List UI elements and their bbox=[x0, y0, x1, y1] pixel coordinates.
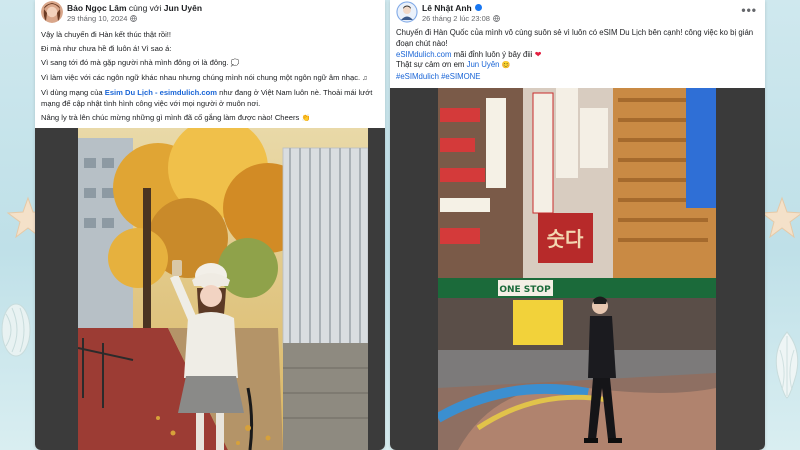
heart-emoji: ❤ bbox=[534, 49, 542, 59]
author-name[interactable]: Bảo Ngọc Lâm bbox=[67, 3, 127, 13]
post-line-text: Nâng ly trà lên chúc mừng những gì mình … bbox=[41, 112, 300, 122]
photo-letterbox bbox=[716, 88, 765, 450]
post-line: Nâng ly trà lên chúc mừng những gì mình … bbox=[41, 113, 377, 125]
globe-icon bbox=[130, 15, 138, 22]
tagged-user[interactable]: Jun Uyên bbox=[164, 3, 202, 13]
tagged-user[interactable]: Jun Uyên bbox=[467, 60, 500, 69]
hashtags[interactable]: #eSIMdulich #eSIMONE bbox=[396, 72, 757, 83]
post-line: Vì sang tới đó mà gặp người nhà mình đôn… bbox=[41, 58, 377, 70]
photo-letterbox bbox=[390, 88, 438, 450]
author-line: Lê Nhật Anh bbox=[422, 3, 483, 13]
photo-letterbox bbox=[368, 128, 385, 450]
post-line-text: mãi đỉnh luôn ý bây điii bbox=[451, 49, 533, 59]
seashell-icon bbox=[775, 331, 799, 399]
post-line: Chuyến đi Hàn Quốc của mình vô cùng suôn… bbox=[396, 28, 754, 48]
emoji: ♫ bbox=[362, 75, 368, 82]
with-text: cùng với bbox=[128, 3, 162, 13]
post-meta: 29 tháng 10, 2024 bbox=[67, 14, 138, 23]
avatar[interactable] bbox=[396, 1, 418, 23]
post-meta: 26 tháng 2 lúc 23:08 bbox=[422, 14, 500, 23]
post-line: eSIMdulich.com mãi đỉnh luôn ý bây điii … bbox=[396, 50, 757, 61]
author-line: Bảo Ngọc Lâm cùng với Jun Uyên bbox=[67, 3, 202, 13]
verified-badge-icon bbox=[475, 4, 483, 12]
post-photo[interactable]: 숫다 ONE STOP bbox=[438, 88, 716, 450]
post-line: Vì làm việc với các ngôn ngữ khác nhau n… bbox=[41, 73, 377, 85]
svg-text:숫다: 숫다 bbox=[547, 227, 584, 251]
post-photo[interactable] bbox=[78, 128, 368, 450]
post-date[interactable]: 29 tháng 10, 2024 bbox=[67, 14, 127, 23]
facebook-post-right: Lê Nhật Anh 26 tháng 2 lúc 23:08 ••• Chu… bbox=[390, 0, 765, 450]
photo-seoul-street: 숫다 ONE STOP bbox=[438, 88, 716, 450]
post-line-text: Vì dùng mạng của bbox=[41, 88, 105, 97]
starfish-icon bbox=[760, 196, 800, 239]
facebook-post-left: Bảo Ngọc Lâm cùng với Jun Uyên 29 tháng … bbox=[35, 0, 385, 450]
post-header: Bảo Ngọc Lâm cùng với Jun Uyên 29 tháng … bbox=[35, 0, 385, 28]
hashtag-links[interactable]: #eSIMdulich #eSIMONE bbox=[396, 72, 481, 81]
post-line-text: Vì làm việc với các ngôn ngữ khác nhau n… bbox=[41, 73, 361, 82]
more-options-icon[interactable]: ••• bbox=[741, 4, 757, 16]
post-text: Vậy là chuyến đi Hàn kết thúc thật rồi!!… bbox=[41, 30, 377, 128]
post-line: Đi mà như chưa hề đi luôn á! Vì sao á: bbox=[41, 44, 172, 53]
post-header: Lê Nhật Anh 26 tháng 2 lúc 23:08 ••• bbox=[390, 0, 765, 28]
emoji: 😊 bbox=[501, 62, 511, 70]
photo-letterbox bbox=[35, 128, 78, 450]
esim-link[interactable]: Esim Du Lịch - esimdulich.com bbox=[105, 88, 217, 97]
avatar[interactable] bbox=[41, 1, 63, 23]
post-text: Chuyến đi Hàn Quốc của mình vô cùng suôn… bbox=[396, 28, 757, 83]
post-line: Vì dùng mạng của Esim Du Lịch - esimduli… bbox=[41, 88, 377, 109]
post-line: Thật sự cảm ơn em Jun Uyên 😊 bbox=[396, 60, 757, 72]
photo-autumn-street bbox=[78, 128, 368, 450]
seashell-icon bbox=[1, 303, 31, 357]
globe-icon bbox=[493, 15, 500, 22]
post-line-text: Vì sang tới đó mà gặp người nhà mình đôn… bbox=[41, 58, 229, 67]
svg-text:ONE STOP: ONE STOP bbox=[499, 285, 551, 295]
post-line-text: Thật sự cảm ơn em bbox=[396, 60, 467, 70]
emoji: 👏 bbox=[301, 114, 311, 122]
esim-link[interactable]: eSIMdulich.com bbox=[396, 50, 451, 59]
post-line: Vậy là chuyến đi Hàn kết thúc thật rồi!! bbox=[41, 30, 172, 39]
post-date[interactable]: 26 tháng 2 lúc 23:08 bbox=[422, 14, 490, 23]
author-name[interactable]: Lê Nhật Anh bbox=[422, 3, 472, 13]
emoji: 💭 bbox=[230, 60, 240, 67]
